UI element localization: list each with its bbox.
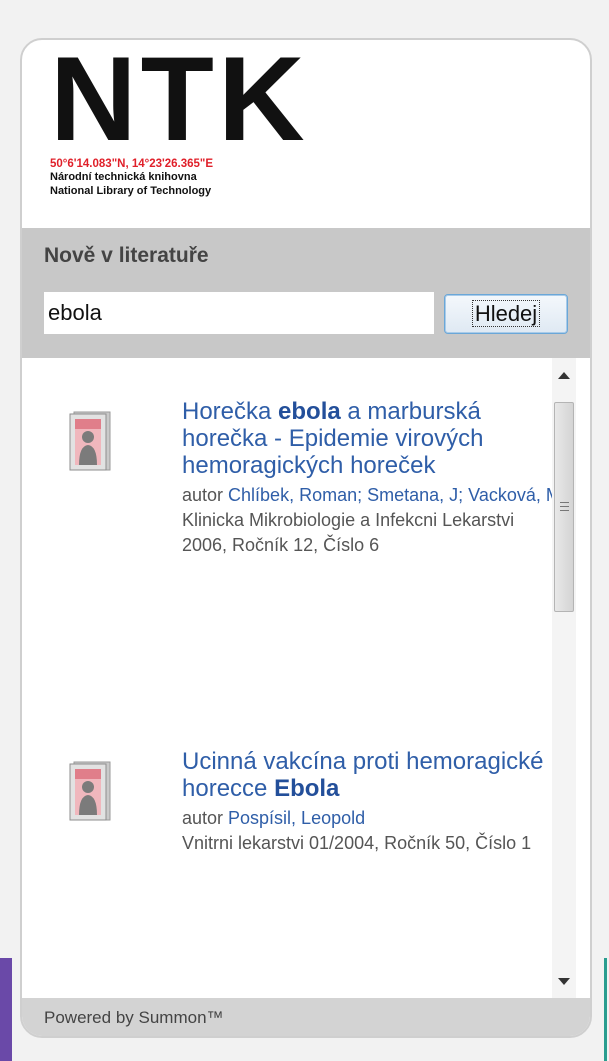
author-prefix: autor — [182, 485, 229, 505]
search-term-highlight: ebola — [278, 398, 341, 425]
scroll-down-arrow-icon[interactable] — [558, 978, 570, 985]
logo-wordmark: NTK — [50, 38, 309, 166]
grip-icon — [560, 502, 569, 503]
author-link[interactable]: Pospísil, Leopold — [228, 808, 365, 828]
summon-widget: NTK 50°6'14.083"N, 14°23'26.365"E Národn… — [20, 38, 592, 1038]
widget-footer: Powered by Summon™ — [22, 998, 590, 1036]
result-meta: autor Chlíbek, Roman; Smetana, J; Vackov… — [182, 483, 562, 558]
author-link[interactable]: Vacková, M — [468, 485, 561, 505]
result-body: Horečka ebola a marburská horečka - Epid… — [182, 398, 562, 558]
logo-name-cz: Národní technická knihovna — [50, 171, 197, 183]
result-meta: autor Pospísil, Leopold Vnitrni lekarstv… — [182, 806, 562, 856]
search-button-label: Hledej — [471, 300, 541, 327]
logo-name-en: National Library of Technology — [50, 185, 212, 197]
results-list: Horečka ebola a marburská horečka - Epid… — [22, 358, 590, 998]
search-heading: Nově v literatuře — [44, 244, 209, 267]
powered-by-text: Powered by Summon™ — [44, 1008, 224, 1027]
author-prefix: autor — [182, 808, 229, 828]
ntk-logo[interactable]: NTK 50°6'14.083"N, 14°23'26.365"E Národn… — [50, 38, 470, 234]
result-body: Ucinná vakcína proti hemoragické horecce… — [182, 748, 562, 856]
result-source: Vnitrni lekarstvi 01/2004, Ročník 50, Čí… — [182, 833, 532, 853]
result-source: Klinicka Mikrobiologie a Infekcni Lekars… — [182, 510, 515, 555]
book-cover-icon — [69, 761, 111, 821]
search-panel: Nově v literatuře Hledej — [22, 228, 590, 358]
author-link[interactable]: Chlíbek, Roman; — [228, 485, 362, 505]
grip-icon — [560, 506, 569, 507]
right-accent — [604, 958, 607, 1061]
search-input[interactable] — [44, 292, 434, 334]
scroll-up-arrow-icon[interactable] — [558, 372, 570, 379]
search-button[interactable]: Hledej — [444, 294, 568, 334]
book-cover-icon — [69, 411, 111, 471]
result-title-link[interactable]: Ucinná vakcína proti hemoragické horecce… — [182, 748, 562, 802]
search-term-highlight: Ebola — [274, 775, 340, 802]
left-accent — [0, 958, 12, 1061]
author-link[interactable]: Smetana, J; — [367, 485, 463, 505]
result-title-link[interactable]: Horečka ebola a marburská horečka - Epid… — [182, 398, 562, 479]
grip-icon — [560, 510, 569, 511]
results-scrollbar[interactable] — [552, 358, 576, 998]
scroll-thumb[interactable] — [554, 402, 574, 612]
